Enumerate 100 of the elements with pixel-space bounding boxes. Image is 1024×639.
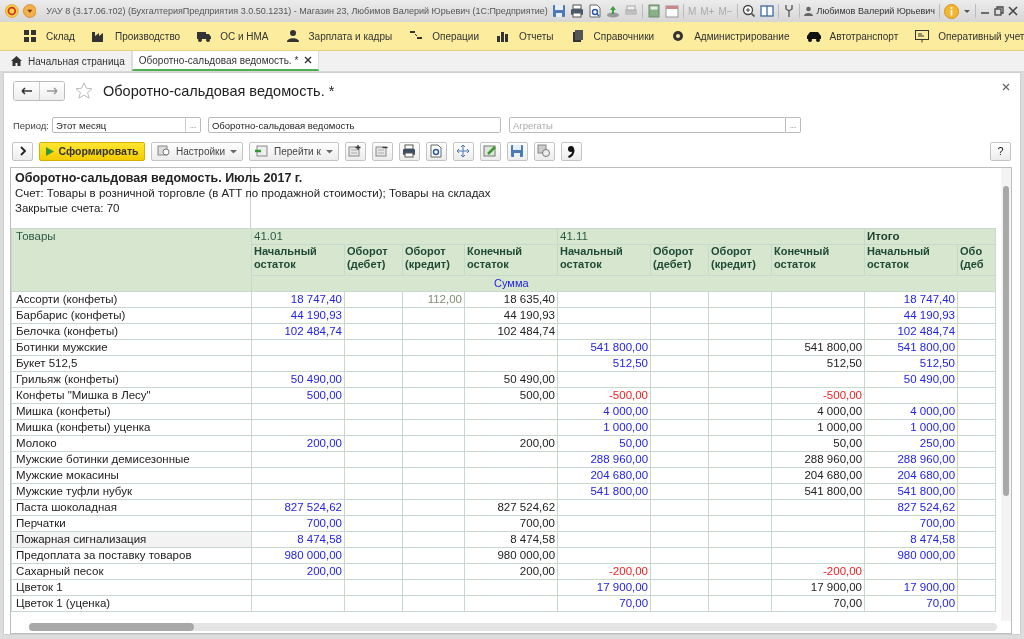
- sheet-plus-button[interactable]: [344, 141, 366, 161]
- table-cell[interactable]: 700,00: [864, 515, 958, 532]
- zoom-icon[interactable]: [741, 4, 756, 18]
- close-icon[interactable]: [1008, 6, 1018, 16]
- panels-icon[interactable]: [759, 4, 774, 18]
- row-name-cell[interactable]: Перчатки: [11, 515, 252, 532]
- comma-button[interactable]: [560, 141, 582, 161]
- settings-button[interactable]: Настройки: [151, 141, 244, 161]
- table-cell[interactable]: 980 000,00: [251, 547, 345, 564]
- table-cell[interactable]: 512,50: [557, 355, 651, 372]
- print-icon[interactable]: [569, 4, 584, 18]
- row-name-cell[interactable]: Предоплата за поставку товаров: [11, 547, 252, 564]
- row-name-cell[interactable]: Цветок 1: [11, 579, 252, 596]
- table-cell[interactable]: 8 474,58: [864, 531, 958, 548]
- row-name-cell[interactable]: Мишка (конфеты) уценка: [11, 419, 252, 436]
- main-menu-icon[interactable]: [22, 3, 37, 19]
- row-name-cell[interactable]: Сахарный песок: [11, 563, 252, 580]
- row-name-cell[interactable]: Молоко: [11, 435, 252, 452]
- table-cell[interactable]: 70,00: [864, 595, 958, 612]
- goto-button[interactable]: Перейти к: [249, 141, 339, 161]
- preview-button[interactable]: [425, 141, 447, 161]
- table-cell[interactable]: 1 000,00: [557, 419, 651, 436]
- table-cell[interactable]: 44 190,93: [864, 307, 958, 324]
- table-cell[interactable]: 50 490,00: [251, 371, 345, 388]
- section-item[interactable]: Склад: [17, 29, 86, 43]
- restore-icon[interactable]: [994, 6, 1004, 16]
- table-cell[interactable]: 50 490,00: [864, 371, 958, 388]
- section-item[interactable]: Оперативный учет: [909, 29, 1024, 43]
- section-item[interactable]: ОС и НМА: [191, 29, 280, 43]
- section-item[interactable]: Автотранспорт: [800, 29, 910, 43]
- table-cell[interactable]: 980 000,00: [864, 547, 958, 564]
- row-name-cell[interactable]: Паста шоколадная: [11, 499, 252, 516]
- sheet-minus-button[interactable]: [371, 141, 393, 161]
- report-field[interactable]: Оборотно-сальдовая ведомость: [207, 117, 501, 133]
- table-cell[interactable]: 8 474,58: [251, 531, 345, 548]
- table-cell[interactable]: 541 800,00: [864, 483, 958, 500]
- row-name-cell[interactable]: Мужские мокасины: [11, 467, 252, 484]
- table-cell[interactable]: 200,00: [251, 563, 345, 580]
- save-icon[interactable]: [551, 4, 566, 18]
- table-cell[interactable]: 70,00: [557, 595, 651, 612]
- table-cell[interactable]: 541 800,00: [557, 339, 651, 356]
- user-name[interactable]: Любимов Валерий Юрьевич: [816, 6, 935, 16]
- upload-icon[interactable]: [605, 4, 620, 18]
- table-cell[interactable]: 204 680,00: [557, 467, 651, 484]
- save-button[interactable]: [506, 141, 528, 161]
- expand-button[interactable]: [12, 141, 33, 161]
- vertical-scrollbar[interactable]: [1001, 168, 1011, 621]
- table-cell[interactable]: 4 000,00: [864, 403, 958, 420]
- table-cell[interactable]: 44 190,93: [251, 307, 345, 324]
- row-name-cell[interactable]: Конфеты "Мишка в Лесу": [11, 387, 252, 404]
- table-cell[interactable]: 102 484,74: [864, 323, 958, 340]
- table-cell[interactable]: 827 524,62: [864, 499, 958, 516]
- section-item[interactable]: Зарплата и кадры: [279, 29, 404, 43]
- section-item[interactable]: Операции: [403, 29, 490, 43]
- row-name-cell[interactable]: Мужские туфли нубук: [11, 483, 252, 500]
- settings-sheet-button[interactable]: [533, 141, 555, 161]
- row-name-cell[interactable]: Цветок 1 (уценка): [11, 595, 252, 612]
- table-cell[interactable]: 250,00: [864, 435, 958, 452]
- period-field[interactable]: Этот месяц ...: [51, 117, 201, 133]
- table-cell[interactable]: 700,00: [251, 515, 345, 532]
- table-cell[interactable]: 288 960,00: [557, 451, 651, 468]
- table-cell[interactable]: 18 747,40: [864, 291, 958, 308]
- table-cell[interactable]: 512,50: [864, 355, 958, 372]
- table-cell[interactable]: 200,00: [251, 435, 345, 452]
- move-button[interactable]: [452, 141, 474, 161]
- close-icon[interactable]: [304, 56, 313, 64]
- table-cell[interactable]: 288 960,00: [864, 451, 958, 468]
- aggregates-field[interactable]: Агрегаты: [508, 117, 786, 133]
- table-cell[interactable]: 17 900,00: [557, 579, 651, 596]
- table-cell[interactable]: 18 747,40: [251, 291, 345, 308]
- generate-button[interactable]: Сформировать: [39, 141, 145, 161]
- table-cell[interactable]: 4 000,00: [557, 403, 651, 420]
- section-item[interactable]: Справочники: [564, 29, 666, 43]
- section-item[interactable]: Отчеты: [490, 29, 565, 43]
- preview-icon[interactable]: [587, 4, 602, 18]
- table-cell[interactable]: 102 484,74: [251, 323, 345, 340]
- table-cell[interactable]: 17 900,00: [864, 579, 958, 596]
- close-icon[interactable]: [1002, 83, 1010, 91]
- row-name-cell[interactable]: Мужские ботинки демисезонные: [11, 451, 252, 468]
- table-cell[interactable]: 50,00: [557, 435, 651, 452]
- back-button[interactable]: [14, 82, 39, 100]
- table-cell[interactable]: 500,00: [251, 387, 345, 404]
- tab[interactable]: Оборотно-сальдовая ведомость. *: [131, 51, 320, 71]
- table-cell[interactable]: 541 800,00: [557, 483, 651, 500]
- table-cell[interactable]: 204 680,00: [864, 467, 958, 484]
- star-icon[interactable]: [75, 82, 93, 100]
- row-name-cell[interactable]: Грильяж (конфеты): [11, 371, 252, 388]
- logo-icon[interactable]: [5, 3, 19, 19]
- row-name-cell[interactable]: Ботинки мужские: [11, 339, 252, 356]
- horizontal-scrollbar[interactable]: [29, 623, 997, 631]
- row-name-cell[interactable]: Барбарис (конфеты): [11, 307, 252, 324]
- table-cell[interactable]: 827 524,62: [251, 499, 345, 516]
- table-cell[interactable]: 541 800,00: [864, 339, 958, 356]
- section-item[interactable]: Производство: [85, 29, 192, 43]
- row-name-cell[interactable]: Ассорти (конфеты): [11, 291, 252, 308]
- edit-button[interactable]: [479, 141, 501, 161]
- row-name-cell[interactable]: Белочка (конфеты): [11, 323, 252, 340]
- section-item[interactable]: Администрирование: [665, 29, 801, 43]
- row-name-cell[interactable]: Мишка (конфеты): [11, 403, 252, 420]
- tab[interactable]: Начальная страница: [5, 51, 132, 71]
